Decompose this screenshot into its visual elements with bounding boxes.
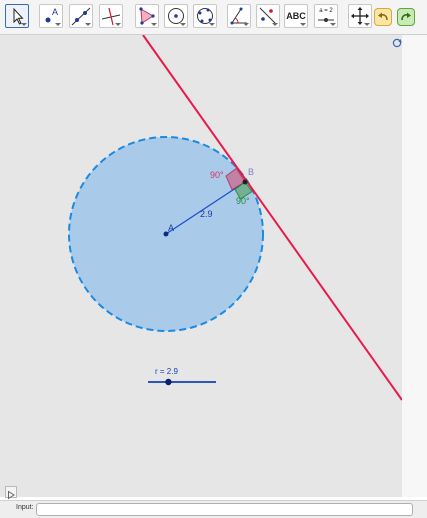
point-b[interactable] [242,179,248,185]
redo-button[interactable] [397,8,415,26]
perpendicular-line-tool-button[interactable] [99,4,123,28]
undo-button[interactable] [374,8,392,26]
algebra-view-toggle[interactable] [5,486,17,500]
circle-center-point-tool-button[interactable] [164,4,188,28]
geometry-canvas[interactable]: A B 2.9 90° 90° r = 2.9 [0,35,402,497]
slider-r-knob[interactable] [165,378,172,386]
slider-r-label: r = 2.9 [155,367,178,376]
reflect-tool-button[interactable] [256,4,280,28]
input-field[interactable] [36,503,413,516]
move-tool-button[interactable] [5,4,29,28]
point-tool-letter: A [52,7,59,17]
graphics-view[interactable]: A B 2.9 90° 90° r = 2.9 [0,35,402,497]
angle-2-label: 90° [236,196,250,206]
polygon-tool-button[interactable] [135,4,159,28]
style-bar-toggle-icon[interactable] [392,38,402,48]
right-panel-strip [402,35,427,497]
text-tool-button[interactable]: ABC [284,4,308,28]
point-a-label: A [168,223,174,233]
move-graphics-view-tool-button[interactable] [348,4,372,28]
radius-length-label: 2.9 [200,209,213,219]
slider-tool-button[interactable]: a = 2 [314,4,338,28]
input-label: Input: [16,504,34,511]
line-tool-button[interactable] [69,4,93,28]
conic-tool-button[interactable] [193,4,217,28]
input-bar: Input: [0,500,427,518]
angle-tool-button[interactable] [227,4,251,28]
toolbar: A ABC a = 2 [0,0,427,35]
undo-icon [378,12,388,21]
play-triangle-icon [8,490,15,500]
redo-icon [401,12,411,21]
angle-1-label: 90° [210,170,224,180]
point-b-label: B [248,167,254,177]
point-tool-button[interactable]: A [39,4,63,28]
